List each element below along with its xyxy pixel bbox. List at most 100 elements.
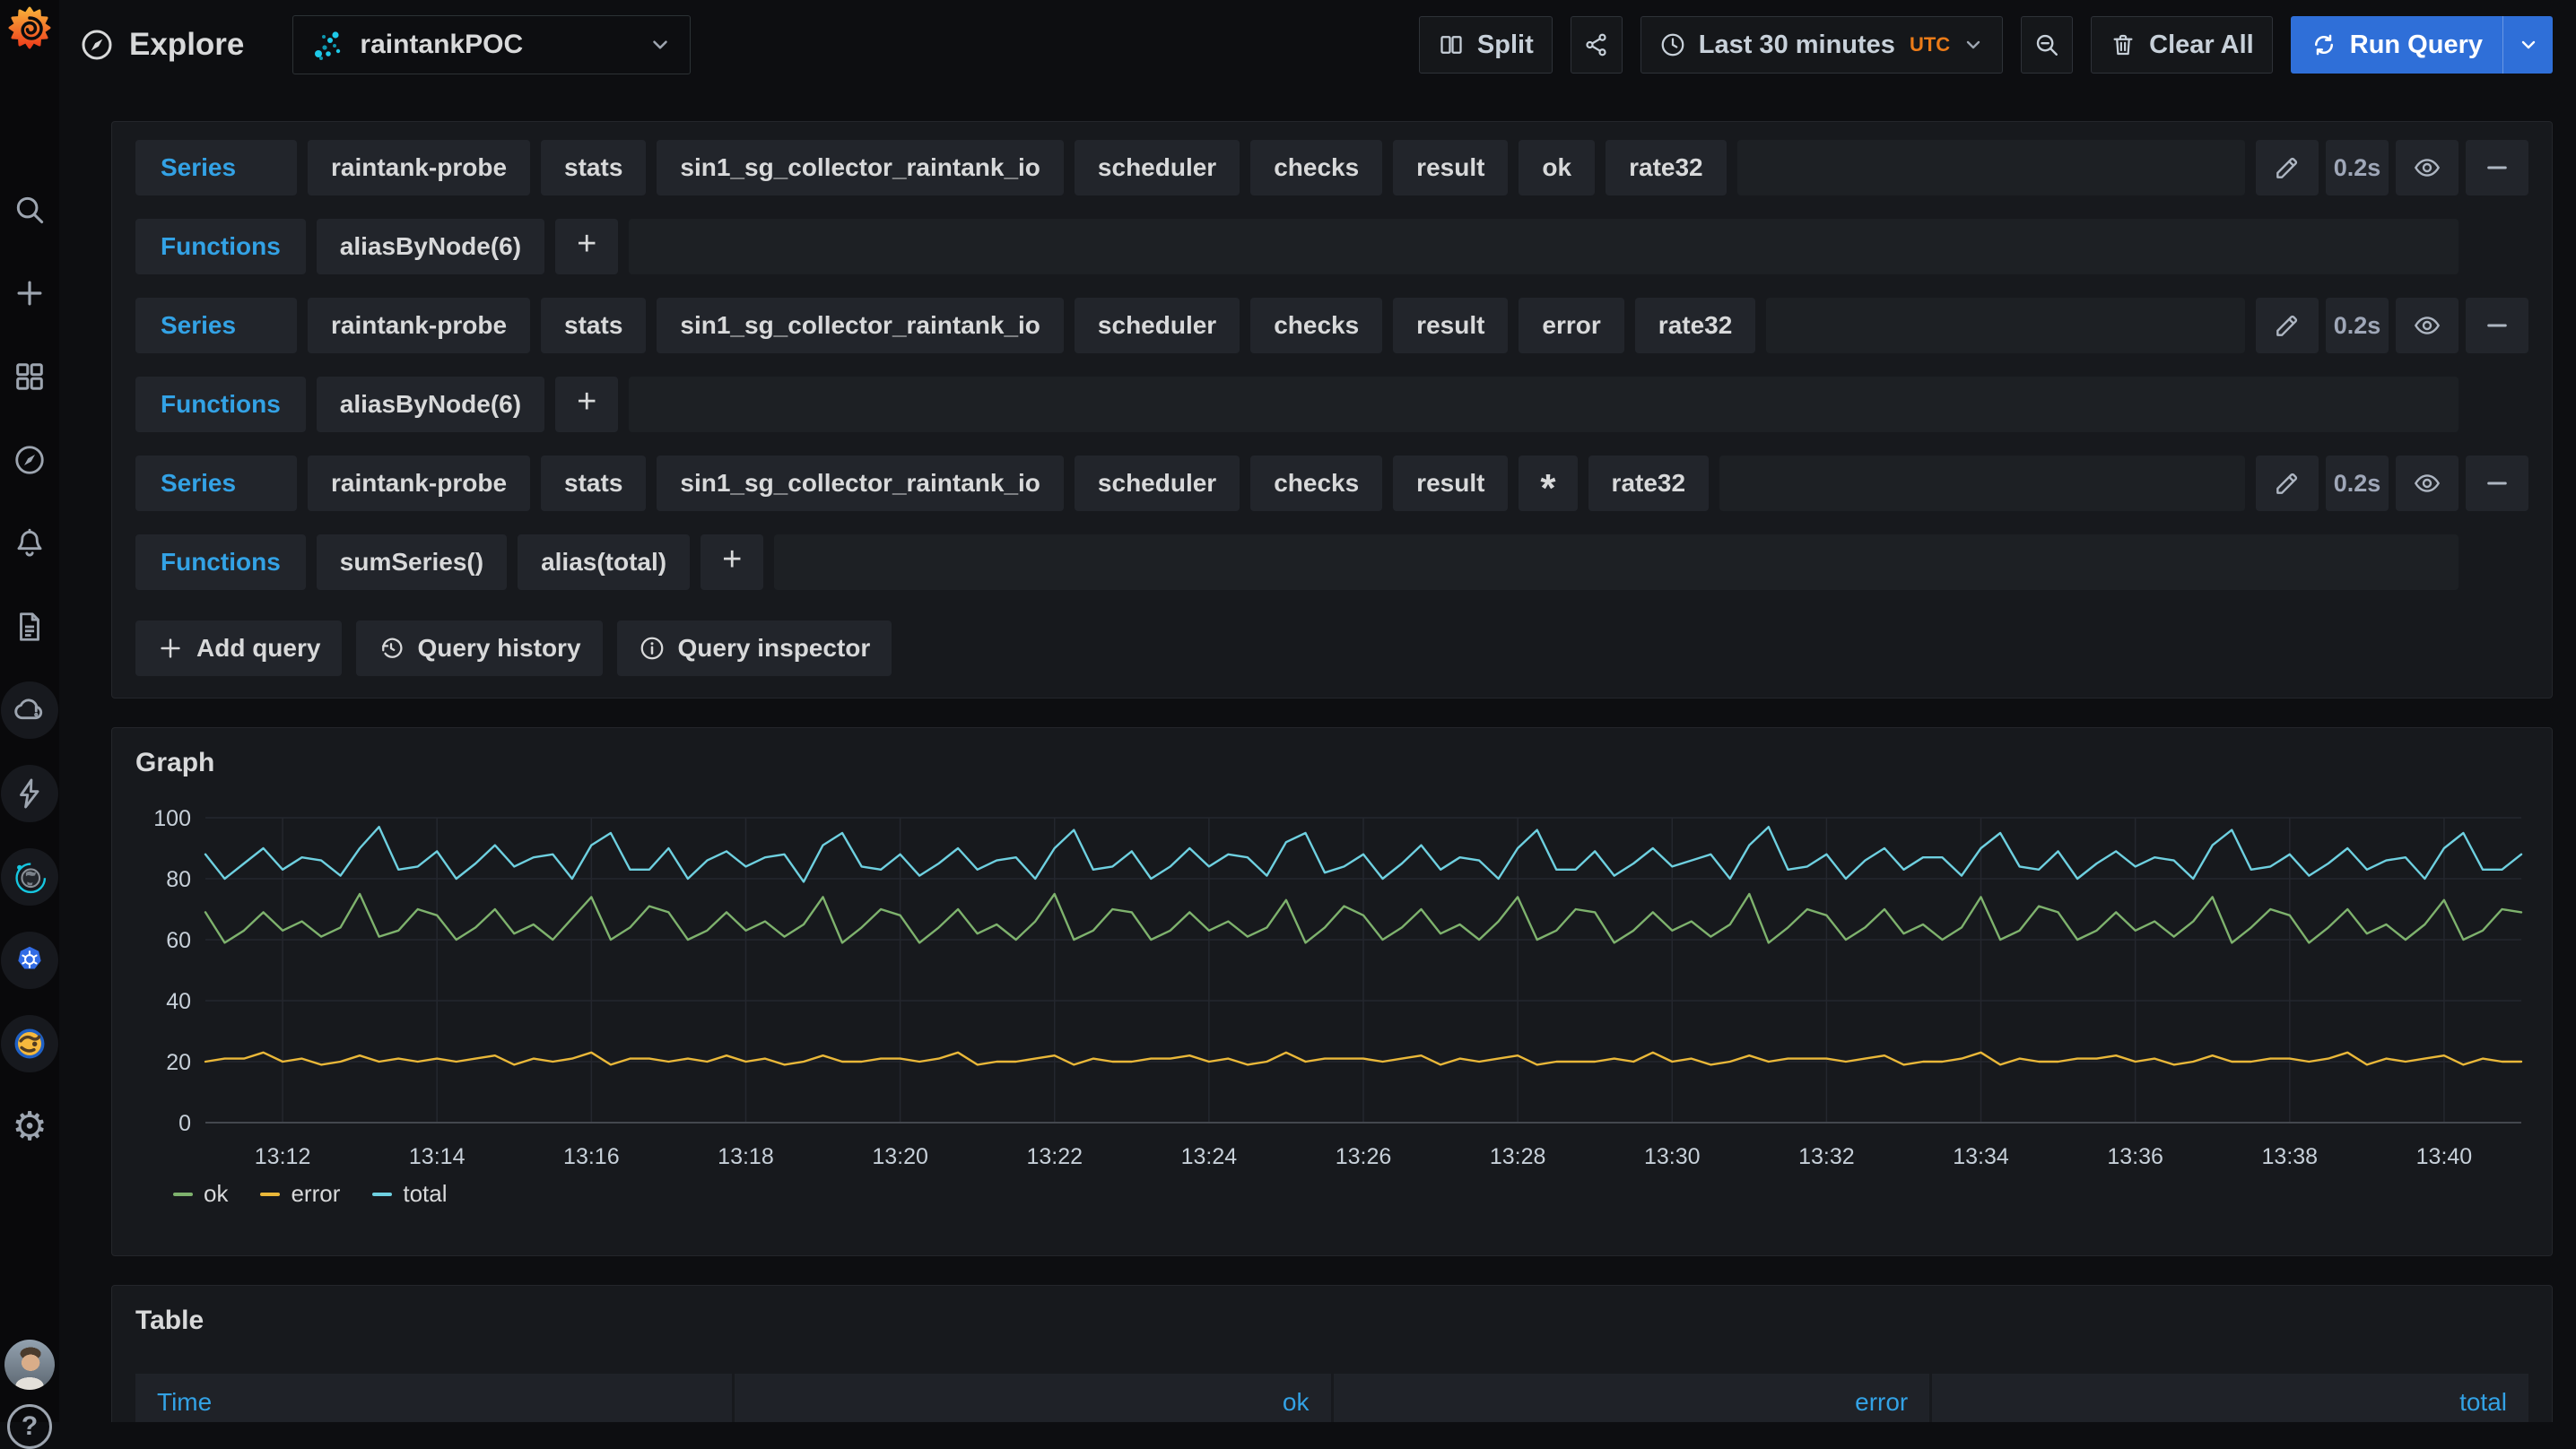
segment-checks[interactable]: checks xyxy=(1250,140,1382,195)
segment-rate32[interactable]: rate32 xyxy=(1606,140,1727,195)
functions-input-area[interactable] xyxy=(629,377,2459,432)
segment-sin1-sg-collector-raintank-io[interactable]: sin1_sg_collector_raintank_io xyxy=(657,298,1064,353)
legend-item-total[interactable]: total xyxy=(372,1180,447,1208)
grafana-logo-icon[interactable] xyxy=(7,5,52,50)
graph-canvas[interactable]: 13:1213:1413:1613:1813:2013:2213:2413:26… xyxy=(135,793,2530,1178)
run-query-dropdown[interactable] xyxy=(2502,16,2553,74)
page-head: Explore xyxy=(79,27,244,63)
svg-text:13:36: 13:36 xyxy=(2107,1144,2163,1169)
pencil-icon xyxy=(2273,469,2302,498)
function-sumSeries-[interactable]: sumSeries() xyxy=(317,534,507,590)
segment-scheduler[interactable]: scheduler xyxy=(1075,140,1240,195)
query-history-button[interactable]: Query history xyxy=(356,620,602,676)
run-query-button[interactable]: Run Query xyxy=(2291,16,2553,74)
explore-compass-icon[interactable] xyxy=(1,431,58,489)
create-plus-icon[interactable] xyxy=(1,265,58,322)
series-row: Series raintank-probestatssin1_sg_collec… xyxy=(135,456,2528,511)
segment-stats[interactable]: stats xyxy=(541,456,646,511)
functions-label[interactable]: Functions xyxy=(135,377,306,432)
segment-raintank-probe[interactable]: raintank-probe xyxy=(308,456,530,511)
series-label[interactable]: Series xyxy=(135,298,297,353)
alerting-bell-icon[interactable] xyxy=(1,515,58,572)
svg-text:60: 60 xyxy=(166,928,191,953)
pencil-icon xyxy=(2273,311,2302,340)
segment-rate32[interactable]: rate32 xyxy=(1635,298,1756,353)
remove-query-button[interactable] xyxy=(2466,298,2528,353)
segment-raintank-probe[interactable]: raintank-probe xyxy=(308,298,530,353)
remove-query-button[interactable] xyxy=(2466,456,2528,511)
settings-gear-icon[interactable]: ⚙ xyxy=(1,1098,58,1156)
add-function-button[interactable]: + xyxy=(555,377,618,432)
query-duration: 0.2s xyxy=(2326,298,2389,353)
edit-query-button[interactable] xyxy=(2256,298,2319,353)
add-query-label: Add query xyxy=(196,634,320,663)
segment-scheduler[interactable]: scheduler xyxy=(1075,456,1240,511)
segment-ok[interactable]: ok xyxy=(1519,140,1595,195)
query-inspector-button[interactable]: Query inspector xyxy=(617,620,892,676)
series-label[interactable]: Series xyxy=(135,456,297,511)
toggle-query-visibility-button[interactable] xyxy=(2396,456,2459,511)
datasource-name: raintankPOC xyxy=(360,30,523,60)
edit-query-button[interactable] xyxy=(2256,456,2319,511)
table-header-error[interactable]: error xyxy=(1334,1374,1930,1422)
function-aliasByNode-6-[interactable]: aliasByNode(6) xyxy=(317,377,544,432)
user-avatar[interactable] xyxy=(4,1340,55,1390)
worldping-icon[interactable] xyxy=(1,1015,58,1072)
trash-icon xyxy=(2110,31,2137,58)
functions-label[interactable]: Functions xyxy=(135,219,306,274)
segment--[interactable]: * xyxy=(1519,456,1577,511)
segment-stats[interactable]: stats xyxy=(541,298,646,353)
add-query-button[interactable]: Add query xyxy=(135,620,342,676)
segment-sin1-sg-collector-raintank-io[interactable]: sin1_sg_collector_raintank_io xyxy=(657,140,1064,195)
split-button[interactable]: Split xyxy=(1419,16,1553,74)
help-icon[interactable]: ? xyxy=(7,1404,52,1449)
functions-label[interactable]: Functions xyxy=(135,534,306,590)
function-alias-total-[interactable]: alias(total) xyxy=(518,534,690,590)
series-label[interactable]: Series xyxy=(135,140,297,195)
segment-checks[interactable]: checks xyxy=(1250,456,1382,511)
segment-error[interactable]: error xyxy=(1519,298,1623,353)
svg-text:13:26: 13:26 xyxy=(1336,1144,1392,1169)
pencil-icon xyxy=(2273,153,2302,182)
table-header-total[interactable]: total xyxy=(1932,1374,2528,1422)
segment-raintank-probe[interactable]: raintank-probe xyxy=(308,140,530,195)
toggle-query-visibility-button[interactable] xyxy=(2396,298,2459,353)
table-header-ok[interactable]: ok xyxy=(735,1374,1331,1422)
segment-checks[interactable]: checks xyxy=(1250,298,1382,353)
datasource-picker[interactable]: raintankPOC xyxy=(292,15,691,74)
segment-result[interactable]: result xyxy=(1393,456,1508,511)
table-header-time[interactable]: Time xyxy=(135,1374,732,1422)
legend-item-ok[interactable]: ok xyxy=(173,1180,228,1208)
synthetic-monitoring-globe-icon[interactable] xyxy=(1,848,58,906)
kubernetes-icon[interactable] xyxy=(1,932,58,989)
add-function-button[interactable]: + xyxy=(555,219,618,274)
segment-result[interactable]: result xyxy=(1393,298,1508,353)
function-aliasByNode-6-[interactable]: aliasByNode(6) xyxy=(317,219,544,274)
zoom-out-button[interactable] xyxy=(2021,16,2073,74)
clear-all-button[interactable]: Clear All xyxy=(2091,16,2273,74)
segment-result[interactable]: result xyxy=(1393,140,1508,195)
minus-icon xyxy=(2483,153,2511,182)
segment-stats[interactable]: stats xyxy=(541,140,646,195)
query-input-area[interactable] xyxy=(1719,456,2245,511)
remove-query-button[interactable] xyxy=(2466,140,2528,195)
query-input-area[interactable] xyxy=(1737,140,2245,195)
functions-input-area[interactable] xyxy=(774,534,2459,590)
toggle-query-visibility-button[interactable] xyxy=(2396,140,2459,195)
dashboards-grid-icon[interactable] xyxy=(1,348,58,405)
segment-rate32[interactable]: rate32 xyxy=(1588,456,1710,511)
cloud-alert-icon[interactable] xyxy=(1,681,58,739)
legend-item-error[interactable]: error xyxy=(260,1180,340,1208)
add-function-button[interactable]: + xyxy=(701,534,763,590)
segment-scheduler[interactable]: scheduler xyxy=(1075,298,1240,353)
legend-label: ok xyxy=(204,1180,228,1208)
docs-icon[interactable] xyxy=(1,598,58,655)
segment-sin1-sg-collector-raintank-io[interactable]: sin1_sg_collector_raintank_io xyxy=(657,456,1064,511)
functions-input-area[interactable] xyxy=(629,219,2459,274)
time-picker-button[interactable]: Last 30 minutes UTC xyxy=(1640,16,2003,74)
lightning-bolt-icon[interactable] xyxy=(1,765,58,822)
edit-query-button[interactable] xyxy=(2256,140,2319,195)
search-icon[interactable] xyxy=(1,181,58,239)
query-input-area[interactable] xyxy=(1766,298,2245,353)
share-button[interactable] xyxy=(1571,16,1623,74)
